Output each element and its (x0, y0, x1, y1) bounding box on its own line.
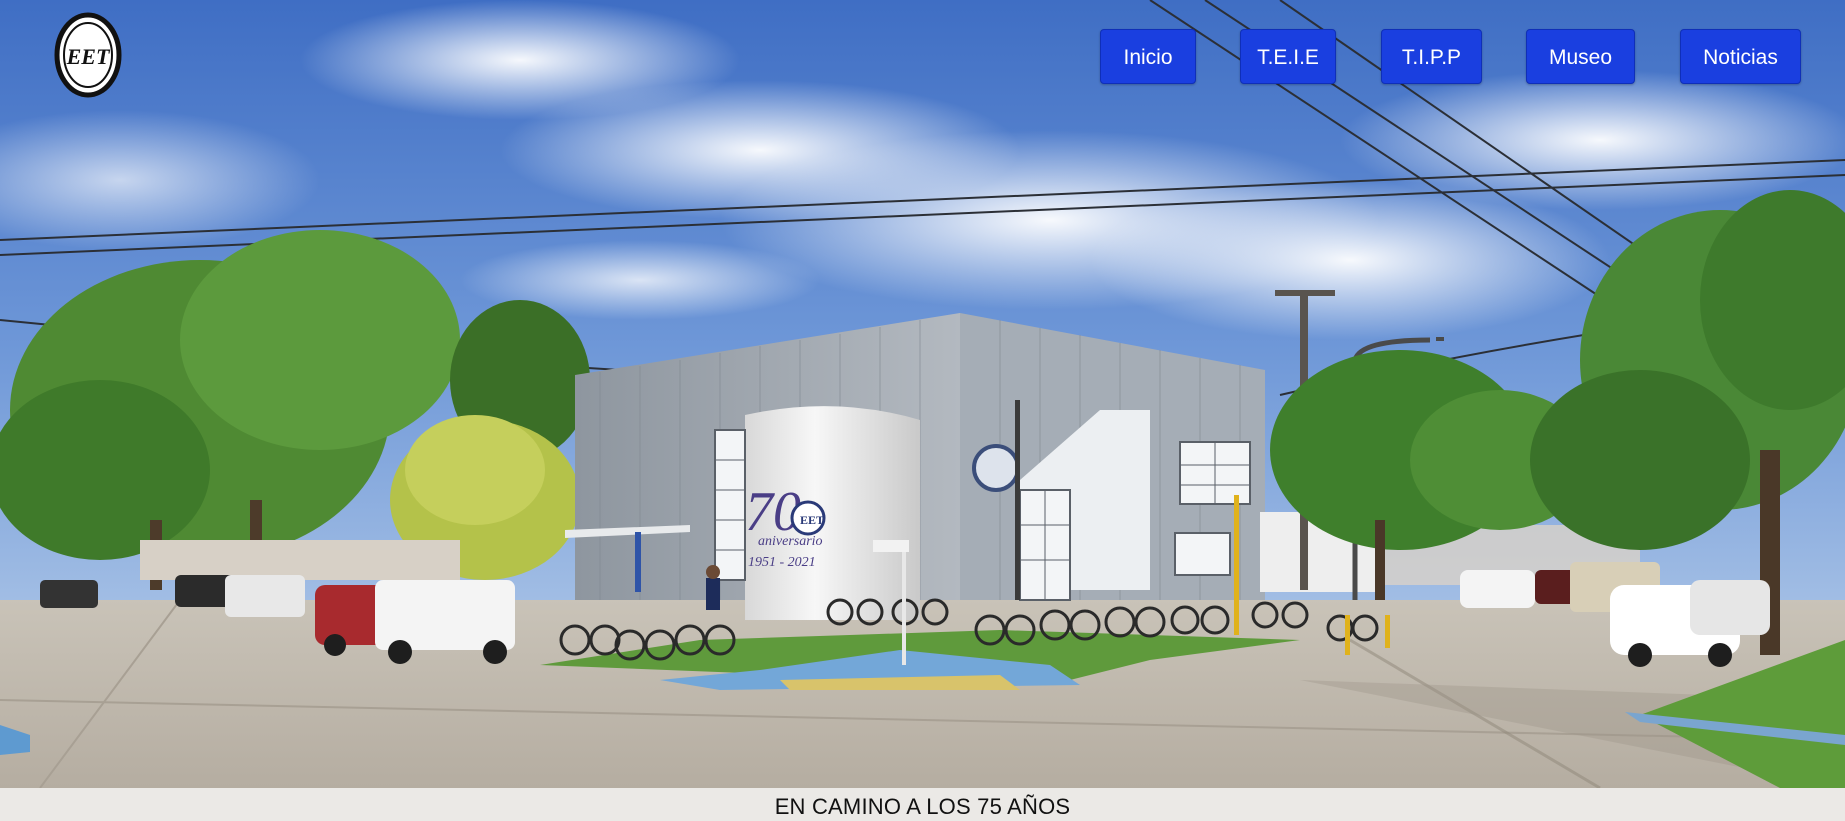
building-sign-years: 1951 - 2021 (748, 555, 816, 570)
banner-text: EN CAMINO A LOS 75 AÑOS (774, 794, 1071, 819)
nav-inicio-button[interactable]: Inicio (1100, 29, 1196, 84)
nav-noticias-button[interactable]: Noticias (1680, 29, 1801, 84)
landing-page: 70 EET aniversario 1951 - 2021 EET Inici… (0, 0, 1845, 821)
nav-teie-button[interactable]: T.E.I.E (1240, 29, 1336, 84)
hero-image: 70 EET aniversario 1951 - 2021 (0, 0, 1845, 788)
anniversary-banner: EN CAMINO A LOS 75 AÑOS (0, 788, 1845, 821)
building-logo-text: EET (800, 513, 824, 527)
building-sign-word: aniversario (758, 534, 823, 549)
nav-museo-button[interactable]: Museo (1526, 29, 1635, 84)
nav-tipp-button[interactable]: T.I.P.P (1381, 29, 1482, 84)
main-nav: Inicio T.E.I.E T.I.P.P Museo Noticias (0, 29, 1845, 85)
